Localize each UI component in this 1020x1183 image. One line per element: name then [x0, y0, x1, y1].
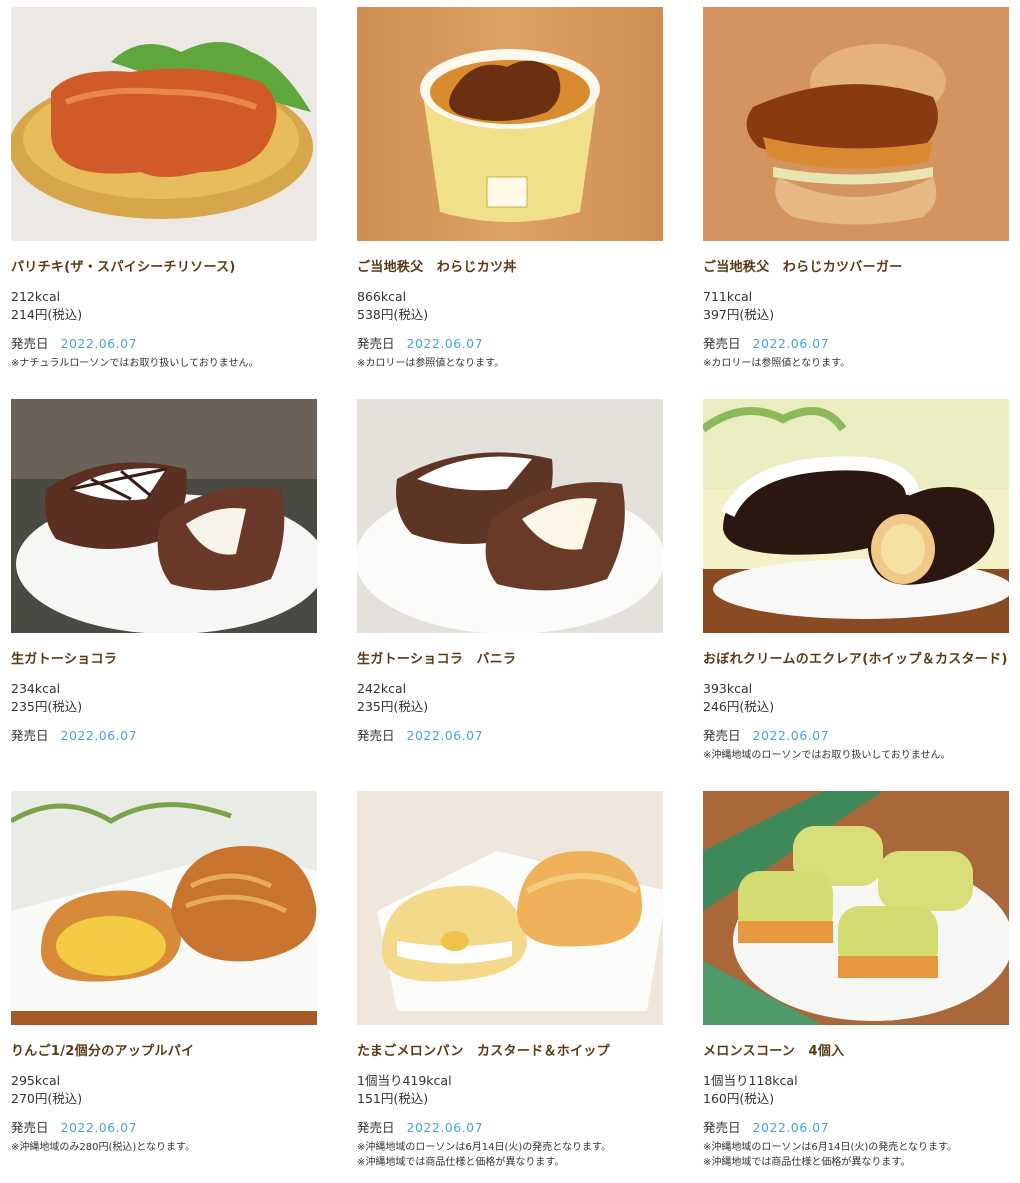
- product-card[interactable]: ご当地秩父 わらじカツバーガー 711kcal 397円(税込) 発売日 2022…: [703, 7, 1009, 399]
- product-price: 397円(税込): [703, 307, 775, 322]
- product-calories: 711kcal: [703, 289, 753, 304]
- product-calories: 295kcal: [11, 1073, 61, 1088]
- product-name[interactable]: りんご1/2個分のアップルパイ: [11, 1043, 317, 1061]
- gateau-chocolat-photo[interactable]: [11, 399, 317, 633]
- product-calories: 234kcal: [11, 681, 61, 696]
- product-name[interactable]: 生ガトーショコラ: [11, 651, 317, 669]
- release-date-row: 発売日 2022.06.07: [11, 1119, 317, 1137]
- release-date-value: 2022.06.07: [752, 1120, 830, 1135]
- release-date-label: 発売日: [11, 336, 49, 351]
- product-name[interactable]: おぼれクリームのエクレア(ホイップ＆カスタード): [703, 651, 1009, 669]
- product-note: ※カロリーは参照値となります。: [703, 358, 851, 369]
- product-card[interactable]: りんご1/2個分のアップルパイ 295kcal 270円(税込) 発売日 2022…: [11, 791, 317, 1183]
- product-note: ※沖縄地域のローソンは6月14日(火)の発売となります。: [703, 1142, 957, 1153]
- product-card[interactable]: おぼれクリームのエクレア(ホイップ＆カスタード) 393kcal 246円(税込…: [703, 399, 1009, 791]
- apple-pie-photo[interactable]: [11, 791, 317, 1025]
- release-date-value: 2022.06.07: [752, 728, 830, 743]
- product-calories: 866kcal: [357, 289, 407, 304]
- release-date-label: 発売日: [357, 336, 395, 351]
- release-date-label: 発売日: [703, 728, 741, 743]
- spicy-fried-chicken-photo[interactable]: [11, 7, 317, 241]
- product-card[interactable]: パリチキ(ザ・スパイシーチリソース) 212kcal 214円(税込) 発売日 2…: [11, 7, 317, 399]
- release-date-row: 発売日 2022.06.07: [703, 1119, 1009, 1137]
- release-date-row: 発売日 2022.06.07: [357, 727, 663, 745]
- release-date-row: 発売日 2022.06.07: [11, 335, 317, 353]
- release-date-row: 発売日 2022.06.07: [357, 1119, 663, 1137]
- katsu-burger-photo[interactable]: [703, 7, 1009, 241]
- product-calories: 1個当り118kcal: [703, 1073, 798, 1088]
- product-price: 235円(税込): [357, 699, 429, 714]
- release-date-value: 2022.06.07: [60, 728, 138, 743]
- product-card[interactable]: 生ガトーショコラ 234kcal 235円(税込) 発売日 2022.06.07: [11, 399, 317, 791]
- product-price: 270円(税込): [11, 1091, 83, 1106]
- product-price: 538円(税込): [357, 307, 429, 322]
- release-date-label: 発売日: [357, 728, 395, 743]
- product-name[interactable]: 生ガトーショコラ バニラ: [357, 651, 663, 669]
- product-calories: 242kcal: [357, 681, 407, 696]
- product-grid: パリチキ(ザ・スパイシーチリソース) 212kcal 214円(税込) 発売日 2…: [11, 7, 1009, 1183]
- release-date-label: 発売日: [11, 1120, 49, 1135]
- release-date-value: 2022.06.07: [406, 336, 484, 351]
- release-date-label: 発売日: [357, 1120, 395, 1135]
- product-name[interactable]: ご当地秩父 わらじカツバーガー: [703, 259, 1009, 277]
- product-name[interactable]: たまごメロンパン カスタード＆ホイップ: [357, 1043, 663, 1061]
- product-card[interactable]: 生ガトーショコラ バニラ 242kcal 235円(税込) 発売日 2022.06…: [357, 399, 663, 791]
- melon-scone-photo[interactable]: [703, 791, 1009, 1025]
- product-note: ※カロリーは参照値となります。: [357, 358, 505, 369]
- product-card[interactable]: ご当地秩父 わらじカツ丼 866kcal 538円(税込) 発売日 2022.06…: [357, 7, 663, 399]
- product-calories: 1個当り419kcal: [357, 1073, 452, 1088]
- eclair-photo[interactable]: [703, 399, 1009, 633]
- release-date-label: 発売日: [703, 1120, 741, 1135]
- release-date-row: 発売日 2022.06.07: [357, 335, 663, 353]
- release-date-row: 発売日 2022.06.07: [11, 727, 317, 745]
- release-date-row: 発売日 2022.06.07: [703, 727, 1009, 745]
- product-calories: 212kcal: [11, 289, 61, 304]
- product-price: 246円(税込): [703, 699, 775, 714]
- release-date-value: 2022.06.07: [60, 336, 138, 351]
- release-date-value: 2022.06.07: [752, 336, 830, 351]
- product-calories: 393kcal: [703, 681, 753, 696]
- product-note: ※沖縄地域のみ280円(税込)となります。: [11, 1142, 195, 1153]
- release-date-value: 2022.06.07: [60, 1120, 138, 1135]
- product-note: ※沖縄地域では商品仕様と価格が異なります。: [357, 1157, 565, 1168]
- product-name[interactable]: パリチキ(ザ・スパイシーチリソース): [11, 259, 317, 277]
- katsu-don-bowl-photo[interactable]: [357, 7, 663, 241]
- product-name[interactable]: メロンスコーン 4個入: [703, 1043, 1009, 1061]
- product-price: 151円(税込): [357, 1091, 429, 1106]
- release-date-row: 発売日 2022.06.07: [703, 335, 1009, 353]
- product-price: 235円(税込): [11, 699, 83, 714]
- gateau-chocolat-vanilla-photo[interactable]: [357, 399, 663, 633]
- product-name[interactable]: ご当地秩父 わらじカツ丼: [357, 259, 663, 277]
- product-price: 214円(税込): [11, 307, 83, 322]
- product-card[interactable]: メロンスコーン 4個入 1個当り118kcal 160円(税込) 発売日 2022…: [703, 791, 1009, 1183]
- product-note: ※沖縄地域のローソンではお取り扱いしておりません。: [703, 750, 951, 761]
- melon-pan-photo[interactable]: [357, 791, 663, 1025]
- product-note: ※沖縄地域のローソンは6月14日(火)の発売となります。: [357, 1142, 611, 1153]
- product-card[interactable]: たまごメロンパン カスタード＆ホイップ 1個当り419kcal 151円(税込)…: [357, 791, 663, 1183]
- product-note: ※ナチュラルローソンではお取り扱いしておりません。: [11, 358, 259, 369]
- release-date-label: 発売日: [11, 728, 49, 743]
- release-date-value: 2022.06.07: [406, 728, 484, 743]
- product-note: ※沖縄地域では商品仕様と価格が異なります。: [703, 1157, 911, 1168]
- release-date-value: 2022.06.07: [406, 1120, 484, 1135]
- product-price: 160円(税込): [703, 1091, 775, 1106]
- release-date-label: 発売日: [703, 336, 741, 351]
